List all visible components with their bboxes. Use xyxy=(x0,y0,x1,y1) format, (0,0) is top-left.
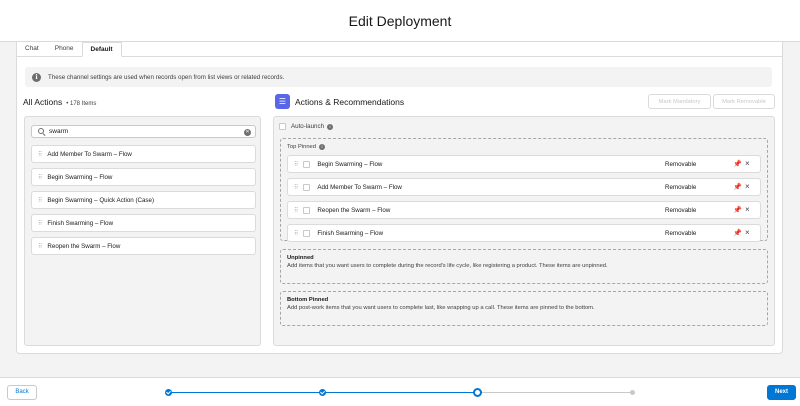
deployment-card: Chat Phone Default i These channel setti… xyxy=(16,42,783,354)
list-item[interactable]: ⠿ Add Member To Swarm – Flow xyxy=(31,145,256,163)
channel-tabs: Chat Phone Default xyxy=(17,42,782,57)
auto-launch-row: Auto-launch i xyxy=(279,123,334,130)
drag-handle-icon[interactable]: ⠿ xyxy=(294,161,299,168)
item-label: Begin Swarming – Flow xyxy=(317,160,383,168)
top-pinned-list: ⠿ Begin Swarming – Flow Removable 📌 × ⠿ … xyxy=(287,155,761,247)
back-button[interactable]: Back xyxy=(7,385,37,400)
item-checkbox[interactable] xyxy=(303,229,311,237)
tab-default[interactable]: Default xyxy=(81,42,122,57)
item-checkbox[interactable] xyxy=(303,160,311,168)
list-item[interactable]: ⠿ Begin Swarming – Flow xyxy=(31,168,256,186)
recommendations-title: Actions & Recommendations xyxy=(295,96,405,107)
all-actions-panel: ✕ ⠿ Add Member To Swarm – Flow ⠿ Begin S… xyxy=(24,116,261,346)
item-checkbox[interactable] xyxy=(303,206,311,214)
selected-item[interactable]: ⠿ Begin Swarming – Flow Removable 📌 × xyxy=(287,155,761,173)
drag-handle-icon[interactable]: ⠿ xyxy=(38,174,43,181)
mark-removable-button[interactable]: Mark Removable xyxy=(713,94,775,109)
status-text: Removable xyxy=(665,229,697,237)
drag-handle-icon[interactable]: ⠿ xyxy=(294,207,299,214)
drag-handle-icon[interactable]: ⠿ xyxy=(38,220,43,227)
next-button[interactable]: Next xyxy=(767,385,796,400)
item-checkbox[interactable] xyxy=(303,183,311,191)
drag-handle-icon[interactable]: ⠿ xyxy=(38,243,43,250)
item-label: Begin Swarming – Flow xyxy=(47,173,113,181)
info-icon[interactable]: i xyxy=(327,123,334,130)
all-actions-title: All Actions xyxy=(23,97,63,107)
list-icon: ☰ xyxy=(275,94,290,109)
clear-icon[interactable]: ✕ xyxy=(244,129,251,136)
list-item[interactable]: ⠿ Begin Swarming – Quick Action (Case) xyxy=(31,191,256,209)
info-icon: i xyxy=(32,72,41,82)
selected-item[interactable]: ⠿ Reopen the Swarm – Flow Removable 📌 × xyxy=(287,201,761,219)
top-pinned-zone: Top Pinned i ⠿ Begin Swarming – Flow Rem… xyxy=(280,138,768,242)
unpinned-title: Unpinned xyxy=(287,255,314,261)
auto-launch-checkbox[interactable] xyxy=(279,123,286,130)
tab-chat[interactable]: Chat xyxy=(17,42,47,57)
bottom-pinned-zone[interactable]: Bottom Pinned Add post-work items that y… xyxy=(280,291,768,326)
item-label: Finish Swarming – Flow xyxy=(317,229,384,237)
modal-title: Edit Deployment xyxy=(348,12,452,29)
search-icon xyxy=(38,128,45,135)
tab-phone[interactable]: Phone xyxy=(47,42,82,57)
all-actions-count: • 178 Items xyxy=(66,101,97,107)
item-label: Add Member To Swarm – Flow xyxy=(47,150,132,158)
progress-step-upcoming[interactable] xyxy=(629,390,635,395)
pin-icon[interactable]: 📌 xyxy=(733,183,742,191)
selected-item[interactable]: ⠿ Finish Swarming – Flow Removable 📌 × xyxy=(287,224,761,242)
close-icon[interactable]: × xyxy=(745,159,750,168)
recommendations-header: ☰ Actions & Recommendations xyxy=(275,94,404,109)
selected-item[interactable]: ⠿ Add Member To Swarm – Flow Removable 📌… xyxy=(287,178,761,196)
progress-step-complete[interactable] xyxy=(164,389,172,396)
drag-handle-icon[interactable]: ⠿ xyxy=(38,151,43,158)
top-pinned-label: Top Pinned xyxy=(287,144,317,150)
status-text: Removable xyxy=(665,183,697,191)
status-text: Removable xyxy=(665,206,697,214)
top-pinned-header: Top Pinned i xyxy=(287,144,326,150)
item-label: Begin Swarming – Quick Action (Case) xyxy=(47,196,155,204)
modal-footer: Back Next xyxy=(0,377,800,406)
info-icon[interactable]: i xyxy=(319,144,326,150)
close-icon[interactable]: × xyxy=(745,228,750,237)
item-label: Add Member To Swarm – Flow xyxy=(317,183,402,191)
bottom-pinned-description: Add post-work items that you want users … xyxy=(287,305,595,311)
close-icon[interactable]: × xyxy=(745,182,750,191)
modal-header: Edit Deployment xyxy=(0,0,800,42)
info-banner: i These channel settings are used when r… xyxy=(25,67,772,87)
pin-icon[interactable]: 📌 xyxy=(733,206,742,214)
list-item[interactable]: ⠿ Finish Swarming – Flow xyxy=(31,214,256,232)
pin-icon[interactable]: 📌 xyxy=(733,160,742,168)
bottom-pinned-title: Bottom Pinned xyxy=(287,297,329,303)
drag-handle-icon[interactable]: ⠿ xyxy=(294,184,299,191)
search-box: ✕ xyxy=(31,125,256,138)
item-label: Reopen the Swarm – Flow xyxy=(317,206,391,214)
close-icon[interactable]: × xyxy=(745,205,750,214)
available-actions-list: ⠿ Add Member To Swarm – Flow ⠿ Begin Swa… xyxy=(31,145,256,260)
item-label: Finish Swarming – Flow xyxy=(47,219,114,227)
mark-mandatory-button[interactable]: Mark Mandatory xyxy=(648,94,711,109)
pin-icon[interactable]: 📌 xyxy=(733,229,742,237)
unpinned-zone[interactable]: Unpinned Add items that you want users t… xyxy=(280,249,768,284)
status-text: Removable xyxy=(665,160,697,168)
progress-step-complete[interactable] xyxy=(319,389,327,396)
unpinned-description: Add items that you want users to complet… xyxy=(287,263,608,269)
progress-step-current[interactable] xyxy=(472,388,482,397)
recommendations-panel: Auto-launch i Top Pinned i ⠿ Begin Swarm… xyxy=(273,116,775,346)
drag-handle-icon[interactable]: ⠿ xyxy=(38,197,43,204)
auto-launch-label: Auto-launch xyxy=(291,123,325,130)
info-text: These channel settings are used when rec… xyxy=(48,73,285,81)
all-actions-header: All Actions • 178 Items xyxy=(23,97,96,107)
drag-handle-icon[interactable]: ⠿ xyxy=(294,230,299,237)
search-input[interactable] xyxy=(49,128,244,135)
list-item[interactable]: ⠿ Reopen the Swarm – Flow xyxy=(31,237,256,255)
item-label: Reopen the Swarm – Flow xyxy=(47,242,121,250)
